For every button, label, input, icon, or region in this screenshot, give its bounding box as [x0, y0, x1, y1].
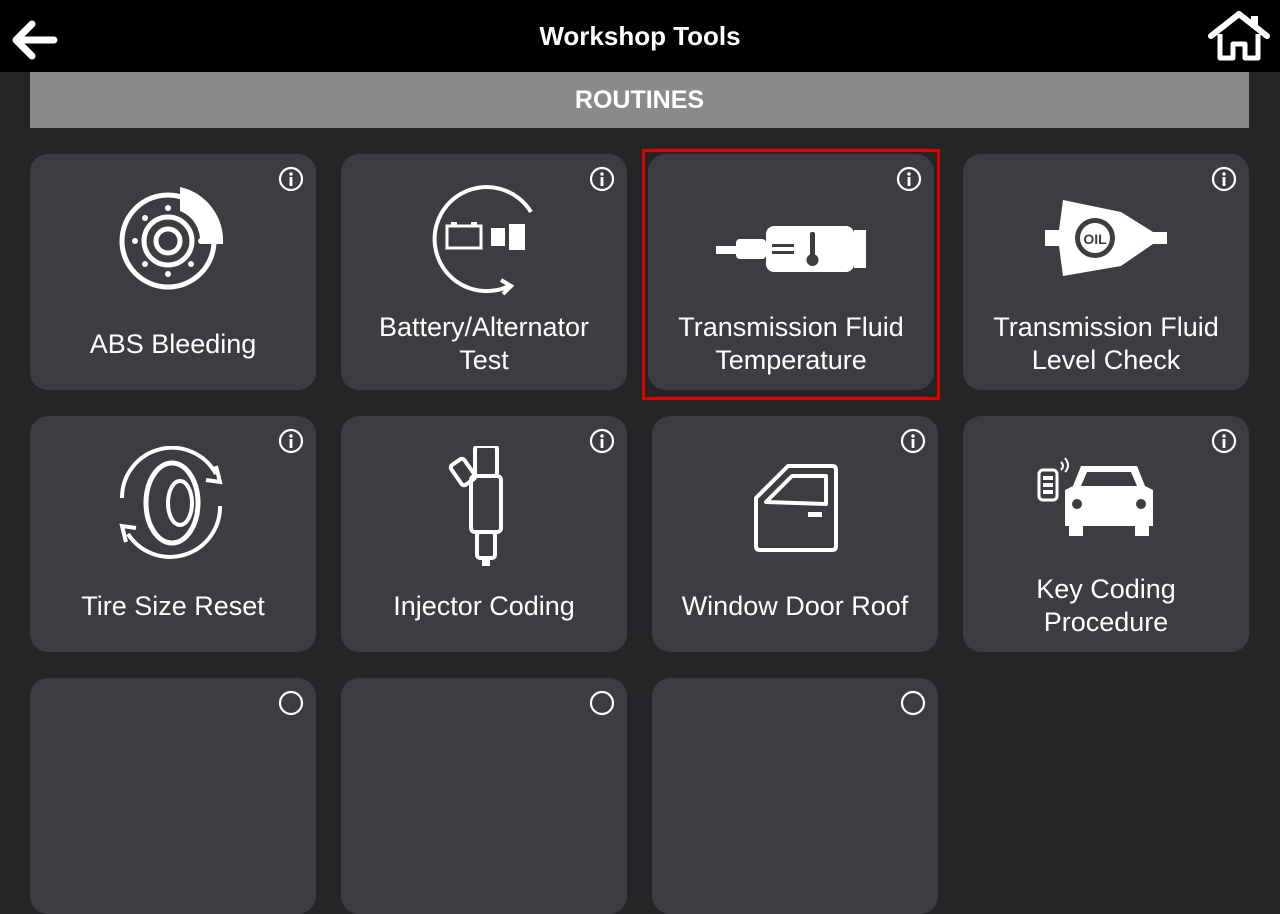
svg-text:OIL: OIL: [1083, 231, 1107, 247]
tile-abs-bleeding[interactable]: ABS Bleeding: [30, 154, 316, 390]
car-door-icon: [754, 464, 838, 552]
tile-window-door-roof[interactable]: Window Door Roof: [652, 416, 938, 652]
tile-injector-coding[interactable]: Injector Coding: [341, 416, 627, 652]
tile-partial[interactable]: [30, 678, 316, 914]
tile-label: ABS Bleeding: [89, 328, 257, 359]
tile-label: Tire Size Reset: [81, 590, 265, 621]
top-bar: Workshop Tools: [0, 0, 1280, 72]
home-button[interactable]: [1205, 8, 1273, 64]
tire-rotation-icon: [119, 446, 223, 559]
back-arrow-icon: [12, 20, 58, 60]
transmission-oil-icon: OIL: [1045, 200, 1167, 276]
transmission-temperature-icon: [716, 226, 866, 272]
tile-partial[interactable]: [341, 678, 627, 914]
tile-label: Key Coding Procedure: [1036, 574, 1176, 637]
back-button[interactable]: [8, 14, 60, 66]
page-title: Workshop Tools: [539, 21, 741, 51]
tile-label: Injector Coding: [393, 590, 575, 621]
tile-partial[interactable]: [652, 678, 938, 914]
tile-transmission-fluid-level-check[interactable]: OIL Transmission Fluid Level Check: [963, 154, 1249, 390]
info-icon[interactable]: [278, 690, 304, 716]
brake-disc-icon: [119, 187, 224, 290]
tile-label: Transmission Fluid Level Check: [993, 312, 1219, 375]
battery-alternator-icon: [432, 185, 533, 296]
tile-label: Transmission Fluid Temperature: [678, 312, 904, 375]
info-icon[interactable]: [900, 690, 926, 716]
fuel-injector-icon: [448, 446, 503, 566]
tile-transmission-fluid-temperature[interactable]: Transmission Fluid Temperature: [648, 154, 934, 390]
car-key-fob-icon: [1037, 457, 1153, 536]
tile-label: Battery/Alternator Test: [378, 312, 590, 375]
section-header: ROUTINES: [30, 72, 1249, 128]
tile-tire-size-reset[interactable]: Tire Size Reset: [30, 416, 316, 652]
home-icon: [1208, 11, 1270, 61]
tile-label: Window Door Roof: [681, 590, 909, 621]
tile-key-coding-procedure[interactable]: Key Coding Procedure: [963, 416, 1249, 652]
tile-battery-alternator-test[interactable]: Battery/Alternator Test: [341, 154, 627, 390]
info-icon[interactable]: [589, 690, 615, 716]
